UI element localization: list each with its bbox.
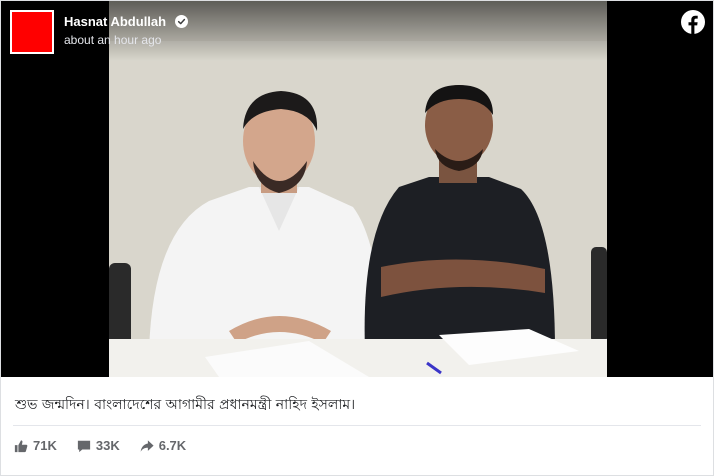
comments-stat[interactable]: 33K	[77, 438, 120, 453]
share-arrow-icon	[140, 439, 154, 453]
comments-count: 33K	[95, 438, 120, 453]
post-photo-frame[interactable]: Hasnat Abdullah about an hour ago	[1, 1, 713, 377]
author-avatar[interactable]	[10, 10, 54, 54]
thumbs-up-icon	[14, 439, 28, 453]
likes-stat[interactable]: 71K	[14, 438, 57, 453]
post-caption: শুভ জন্মদিন। বাংলাদেশের আগামীর প্রধানমন্…	[15, 397, 356, 413]
comment-icon	[77, 439, 91, 453]
engagement-stats: 71K 33K 6.7K	[14, 438, 186, 453]
shares-stat[interactable]: 6.7K	[140, 438, 186, 453]
facebook-post-card: Hasnat Abdullah about an hour ago শুভ জন…	[0, 0, 714, 476]
post-header: Hasnat Abdullah about an hour ago	[1, 1, 713, 61]
author-name[interactable]: Hasnat Abdullah	[64, 14, 188, 31]
stats-divider	[13, 425, 701, 426]
shares-count: 6.7K	[158, 438, 187, 453]
likes-count: 71K	[33, 438, 57, 453]
author-name-text[interactable]: Hasnat Abdullah	[64, 14, 166, 29]
verified-badge-icon	[174, 15, 188, 31]
post-timestamp[interactable]: about an hour ago	[64, 33, 161, 47]
facebook-logo-icon[interactable]	[681, 10, 705, 34]
